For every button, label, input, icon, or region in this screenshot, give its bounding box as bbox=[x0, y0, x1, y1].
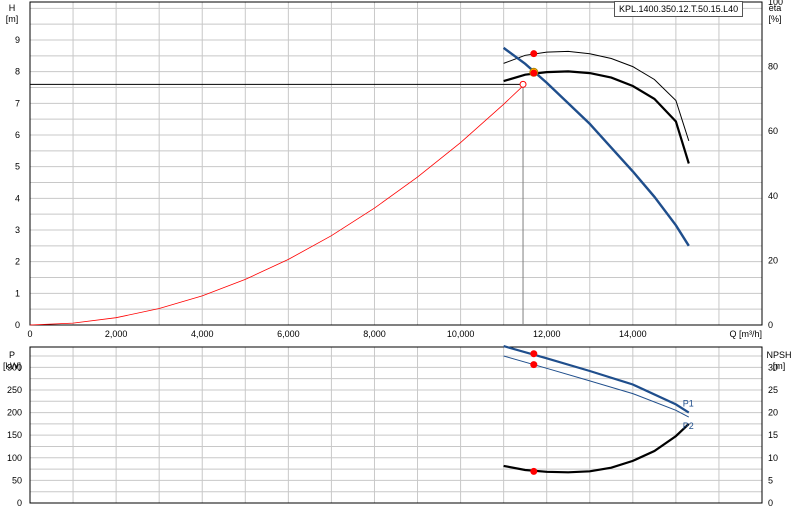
npsh-tick-label: 0 bbox=[768, 498, 773, 508]
efficiency-curve-2 bbox=[503, 70, 690, 164]
eta-tick-label: 0 bbox=[768, 320, 773, 330]
npsh-tick-label: 20 bbox=[768, 408, 778, 418]
npsh-tick-label: 25 bbox=[768, 385, 778, 395]
head-tick-label: 3 bbox=[15, 225, 20, 235]
head-tick-label: 8 bbox=[15, 67, 20, 77]
npsh-tick-label: 5 bbox=[768, 475, 773, 485]
upper-plot-grid: 0 2,000 4,000 6,000 8,000 10,000 12,000 14,000 0… bbox=[15, 0, 783, 339]
eta-axis-unit: [%] bbox=[768, 14, 781, 24]
eta-tick-label: 60 bbox=[768, 126, 778, 136]
efficiency-curve-1 bbox=[503, 50, 690, 142]
x-tick-label: 0 bbox=[27, 329, 32, 339]
head-axis-unit: [m] bbox=[6, 14, 19, 24]
system-curve bbox=[29, 85, 524, 326]
eta-tick-label: 100 bbox=[768, 0, 783, 7]
x-tick-label: 6,000 bbox=[277, 329, 300, 339]
head-tick-label: 4 bbox=[15, 193, 20, 203]
head-tick-label: 0 bbox=[15, 320, 20, 330]
head-tick-label: 7 bbox=[15, 98, 20, 108]
x-tick-label: 4,000 bbox=[191, 329, 214, 339]
head-tick-label: 5 bbox=[15, 162, 20, 172]
lower-plot-grid: 0 50 100 150 200 250 300 0 5 10 15 20 25 30 bbox=[7, 346, 778, 508]
npsh-tick-label: 10 bbox=[768, 453, 778, 463]
power-tick-label: 300 bbox=[7, 362, 22, 372]
series-label-p2: P2 bbox=[683, 421, 694, 431]
npsh-tick-label: 30 bbox=[768, 362, 778, 372]
head-tick-label: 6 bbox=[15, 130, 20, 140]
power-tick-label: 200 bbox=[7, 408, 22, 418]
efficiency-point-marker bbox=[530, 69, 538, 77]
eta-tick-label: 20 bbox=[768, 255, 778, 265]
series-label-p1: P1 bbox=[683, 399, 694, 409]
npsh-tick-label: 15 bbox=[768, 430, 778, 440]
npsh-axis-title: NPSH bbox=[766, 350, 791, 360]
x-tick-label: 14,000 bbox=[619, 329, 647, 339]
pump-model-label: KPL.1400.350.12.T.50.15.L40 bbox=[614, 1, 744, 17]
upper-plot-frame bbox=[29, 1, 763, 326]
x-tick-label: 2,000 bbox=[105, 329, 128, 339]
npsh-curve bbox=[503, 423, 690, 474]
power-tick-label: 0 bbox=[17, 498, 22, 508]
head-tick-label: 2 bbox=[15, 257, 20, 267]
power-point-marker bbox=[530, 361, 538, 369]
npsh-point-marker bbox=[530, 467, 538, 475]
lower-plot-frame bbox=[29, 346, 763, 504]
power-tick-label: 100 bbox=[7, 453, 22, 463]
x-tick-label: 12,000 bbox=[533, 329, 561, 339]
power-axis-title: P bbox=[9, 350, 15, 360]
lower-plot-series: P1 P2 bbox=[503, 345, 694, 475]
x-tick-label: 10,000 bbox=[447, 329, 475, 339]
pump-performance-chart: H [m] eta [%] Q [m³/h] 0 2,000 4,000 6,000 8… bbox=[3, 0, 792, 508]
power-tick-label: 250 bbox=[7, 385, 22, 395]
power-tick-label: 50 bbox=[12, 475, 22, 485]
head-tick-label: 1 bbox=[15, 288, 20, 298]
head-tick-label: 9 bbox=[15, 35, 20, 45]
efficiency-point-marker bbox=[530, 50, 538, 58]
flow-axis-title: Q [m³/h] bbox=[729, 329, 762, 339]
duty-point-marker bbox=[519, 80, 527, 88]
head-axis-title: H bbox=[9, 3, 16, 13]
power-point-marker bbox=[530, 350, 538, 358]
eta-tick-label: 80 bbox=[768, 62, 778, 72]
pump-head-curve bbox=[502, 46, 690, 247]
power-tick-label: 150 bbox=[7, 430, 22, 440]
eta-tick-label: 40 bbox=[768, 191, 778, 201]
x-tick-label: 8,000 bbox=[363, 329, 386, 339]
